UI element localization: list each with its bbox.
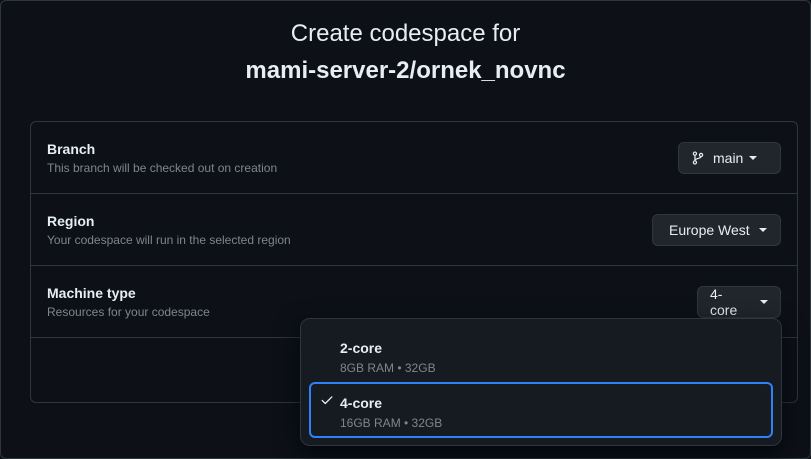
machine-option-name: 4-core [340, 395, 383, 411]
branch-description: This branch will be checked out on creat… [47, 161, 278, 175]
region-value: Europe West [669, 222, 750, 238]
repository-name: mami-server-2/ornek_novnc [245, 57, 566, 84]
git-branch-icon [691, 151, 705, 165]
machine-type-select-button[interactable]: 4-core [697, 286, 781, 318]
branch-row: Branch This branch will be checked out o… [31, 122, 797, 194]
branch-select-button[interactable]: main [678, 142, 781, 174]
create-codespace-page: Create codespace for mami-server-2/ornek… [0, 0, 811, 459]
machine-option-spec: 16GB RAM • 32GB [340, 416, 443, 430]
machine-option-4-core[interactable]: 4-core 16GB RAM • 32GB [309, 382, 773, 438]
check-icon [320, 393, 334, 407]
machine-option-name: 2-core [340, 340, 383, 356]
region-select-button[interactable]: Europe West [652, 214, 781, 246]
branch-label: Branch [47, 141, 96, 157]
region-description: Your codespace will run in the selected … [47, 233, 291, 247]
region-label: Region [47, 213, 95, 229]
machine-type-label: Machine type [47, 285, 136, 301]
chevron-down-icon [758, 228, 767, 232]
page-title: Create codespace for [290, 20, 521, 47]
region-row: Region Your codespace will run in the se… [31, 194, 797, 266]
machine-option-2-core[interactable]: 2-core 8GB RAM • 32GB [309, 327, 773, 383]
chevron-down-icon [749, 156, 758, 160]
machine-type-description: Resources for your codespace [47, 305, 210, 319]
branch-value: main [713, 150, 744, 166]
machine-option-spec: 8GB RAM • 32GB [340, 361, 436, 375]
machine-type-dropdown: 2-core 8GB RAM • 32GB 4-core 16GB RAM • … [300, 318, 782, 446]
machine-type-value: 4-core [710, 286, 738, 318]
chevron-down-icon [760, 300, 768, 304]
